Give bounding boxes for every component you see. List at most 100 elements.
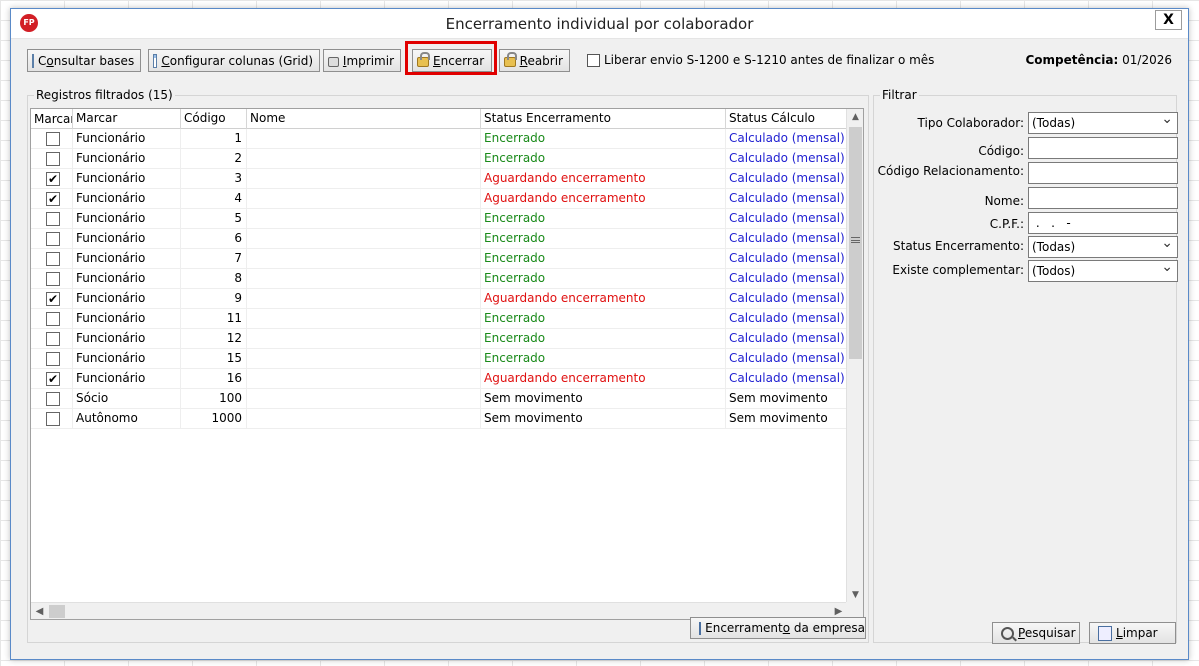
table-row[interactable]: Funcionário 7 Encerrado Calculado (mensal) [31,249,847,269]
col-header-codigo[interactable]: Código [181,109,247,129]
table-row[interactable]: Funcionário 15 Encerrado Calculado (mensal) [31,349,847,369]
table-row[interactable]: Autônomo 1000 Sem movimento Sem movimento [31,409,847,429]
marcar-cell[interactable] [31,409,73,429]
marcar-cell[interactable] [31,129,73,149]
horizontal-scroll-thumb[interactable] [49,605,65,618]
table-row[interactable]: Funcionário 12 Encerrado Calculado (mensal) [31,329,847,349]
row-checkbox[interactable] [46,272,60,286]
row-checkbox[interactable] [46,152,60,166]
status-encerramento-select[interactable]: (Todas) [1028,233,1178,258]
vertical-scroll-thumb[interactable] [849,127,862,359]
row-checkbox[interactable] [46,132,60,146]
row-checkbox[interactable] [46,312,60,326]
marcar-cell[interactable] [31,369,73,389]
row-checkbox[interactable] [46,392,60,406]
existe-complementar-label: Existe complementar: [892,263,1024,277]
marcar-cell[interactable] [31,269,73,289]
codigo-relacionamento-input[interactable] [1028,162,1178,184]
limpar-button[interactable]: Limpar [1089,622,1176,644]
row-checkbox[interactable] [46,212,60,226]
row-checkbox[interactable] [46,252,60,266]
window-title: Encerramento individual por colaborador [445,15,754,33]
tipo-cell: Funcionário [73,129,181,149]
liberar-envio-checkbox[interactable]: Liberar envio S-1200 e S-1210 antes de f… [587,53,934,67]
table-row[interactable]: Funcionário3 Aguardando encerramentoCalcu… [31,169,847,189]
row-checkbox[interactable] [46,370,60,389]
codigo-cell: 16 [181,369,247,389]
cpf-row: C.P.F.: . . - [874,212,1178,234]
table-row[interactable]: Funcionário9 Aguardando encerramentoCalcu… [31,289,847,309]
marcar-cell[interactable] [31,149,73,169]
tipo-cell: Autônomo [73,409,181,429]
table-row[interactable]: Funcionário16 Aguardando encerramentoCalc… [31,369,847,389]
col-header-status-encerramento[interactable]: Status Encerramento [481,109,726,129]
row-checkbox[interactable] [46,332,60,346]
scroll-up-icon[interactable]: ▲ [847,109,863,126]
row-checkbox[interactable] [46,190,60,209]
cpf-input[interactable]: . . - [1028,212,1178,234]
close-button[interactable]: X [1155,10,1182,30]
col-header-nome[interactable]: Nome [247,109,481,129]
tipo-cell: Funcionário [73,369,181,389]
marcar-cell[interactable] [31,189,73,209]
row-checkbox[interactable] [46,290,60,309]
pesquisar-button[interactable]: Pesquisar [992,622,1080,644]
marcar-cell[interactable] [31,389,73,409]
status-calculo-cell: Sem movimento [726,389,847,409]
consultar-bases-button[interactable]: Consultar bases [27,49,141,72]
row-checkbox[interactable] [46,352,60,366]
encerrar-button[interactable]: Encerrar [412,49,492,72]
marcar-cell[interactable] [31,249,73,269]
tipo-cell: Funcionário [73,249,181,269]
status-encerramento-cell: Encerrado [481,269,726,289]
row-checkbox[interactable] [46,232,60,246]
nome-cell [247,389,481,409]
col-header-tipo[interactable]: Marcar [73,109,181,129]
tipo-cell: Funcionário [73,149,181,169]
col-header-marcar[interactable]: Marcar [31,109,73,129]
scroll-grip-icon [851,237,860,243]
encerramento-empresa-label: Encerramento da empresa [705,621,865,635]
status-calculo-cell: Calculado (mensal) [726,349,847,369]
reabrir-button[interactable]: Reabrir [499,49,570,72]
existe-complementar-select[interactable]: (Todos) [1028,257,1178,282]
nome-cell [247,249,481,269]
codigo-input[interactable] [1028,137,1178,159]
configurar-colunas-button[interactable]: Configurar colunas (Grid) [148,49,320,72]
marcar-cell[interactable] [31,229,73,249]
marcar-cell[interactable] [31,329,73,349]
nome-input[interactable] [1028,187,1178,209]
nome-row: Nome: [874,187,1178,209]
status-calculo-cell: Calculado (mensal) [726,229,847,249]
codigo-relacionamento-row: Código Relacionamento: [874,162,1178,184]
marcar-cell[interactable] [31,209,73,229]
scroll-left-icon[interactable]: ◀ [31,603,48,619]
table-row[interactable]: Funcionário 8 Encerrado Calculado (mensal) [31,269,847,289]
status-calculo-cell: Calculado (mensal) [726,289,847,309]
table-row[interactable]: Funcionário 6 Encerrado Calculado (mensal) [31,229,847,249]
col-header-status-calculo[interactable]: Status Cálculo [726,109,847,129]
codigo-cell: 1000 [181,409,247,429]
vertical-scrollbar[interactable]: ▲ ▼ [846,109,863,604]
table-row[interactable]: Funcionário 5 Encerrado Calculado (mensal) [31,209,847,229]
marcar-cell[interactable] [31,289,73,309]
tipo-colaborador-select[interactable]: (Todas) [1028,109,1178,134]
marcar-cell[interactable] [31,309,73,329]
table-row[interactable]: Funcionário4 Aguardando encerramentoCalcu… [31,189,847,209]
codigo-cell: 8 [181,269,247,289]
tipo-cell: Funcionário [73,209,181,229]
marcar-cell[interactable] [31,349,73,369]
encerramento-empresa-button[interactable]: Encerramento da empresa [690,617,866,639]
checkbox-box[interactable] [587,53,600,67]
table-row[interactable]: Sócio 100 Sem movimento Sem movimento [31,389,847,409]
row-checkbox[interactable] [46,412,60,426]
filtrar-group: Filtrar Tipo Colaborador: (Todas) Código… [873,88,1178,644]
limpar-label: Limpar [1116,626,1158,640]
row-checkbox[interactable] [46,170,60,189]
table-row[interactable]: Funcionário 1 Encerrado Calculado (mensal) [31,129,847,149]
table-row[interactable]: Funcionário 11 Encerrado Calculado (mensal) [31,309,847,329]
configurar-colunas-label: Configurar colunas (Grid) [161,53,313,68]
table-row[interactable]: Funcionário 2 Encerrado Calculado (mensal) [31,149,847,169]
marcar-cell[interactable] [31,169,73,189]
imprimir-button[interactable]: Imprimir [323,49,401,72]
